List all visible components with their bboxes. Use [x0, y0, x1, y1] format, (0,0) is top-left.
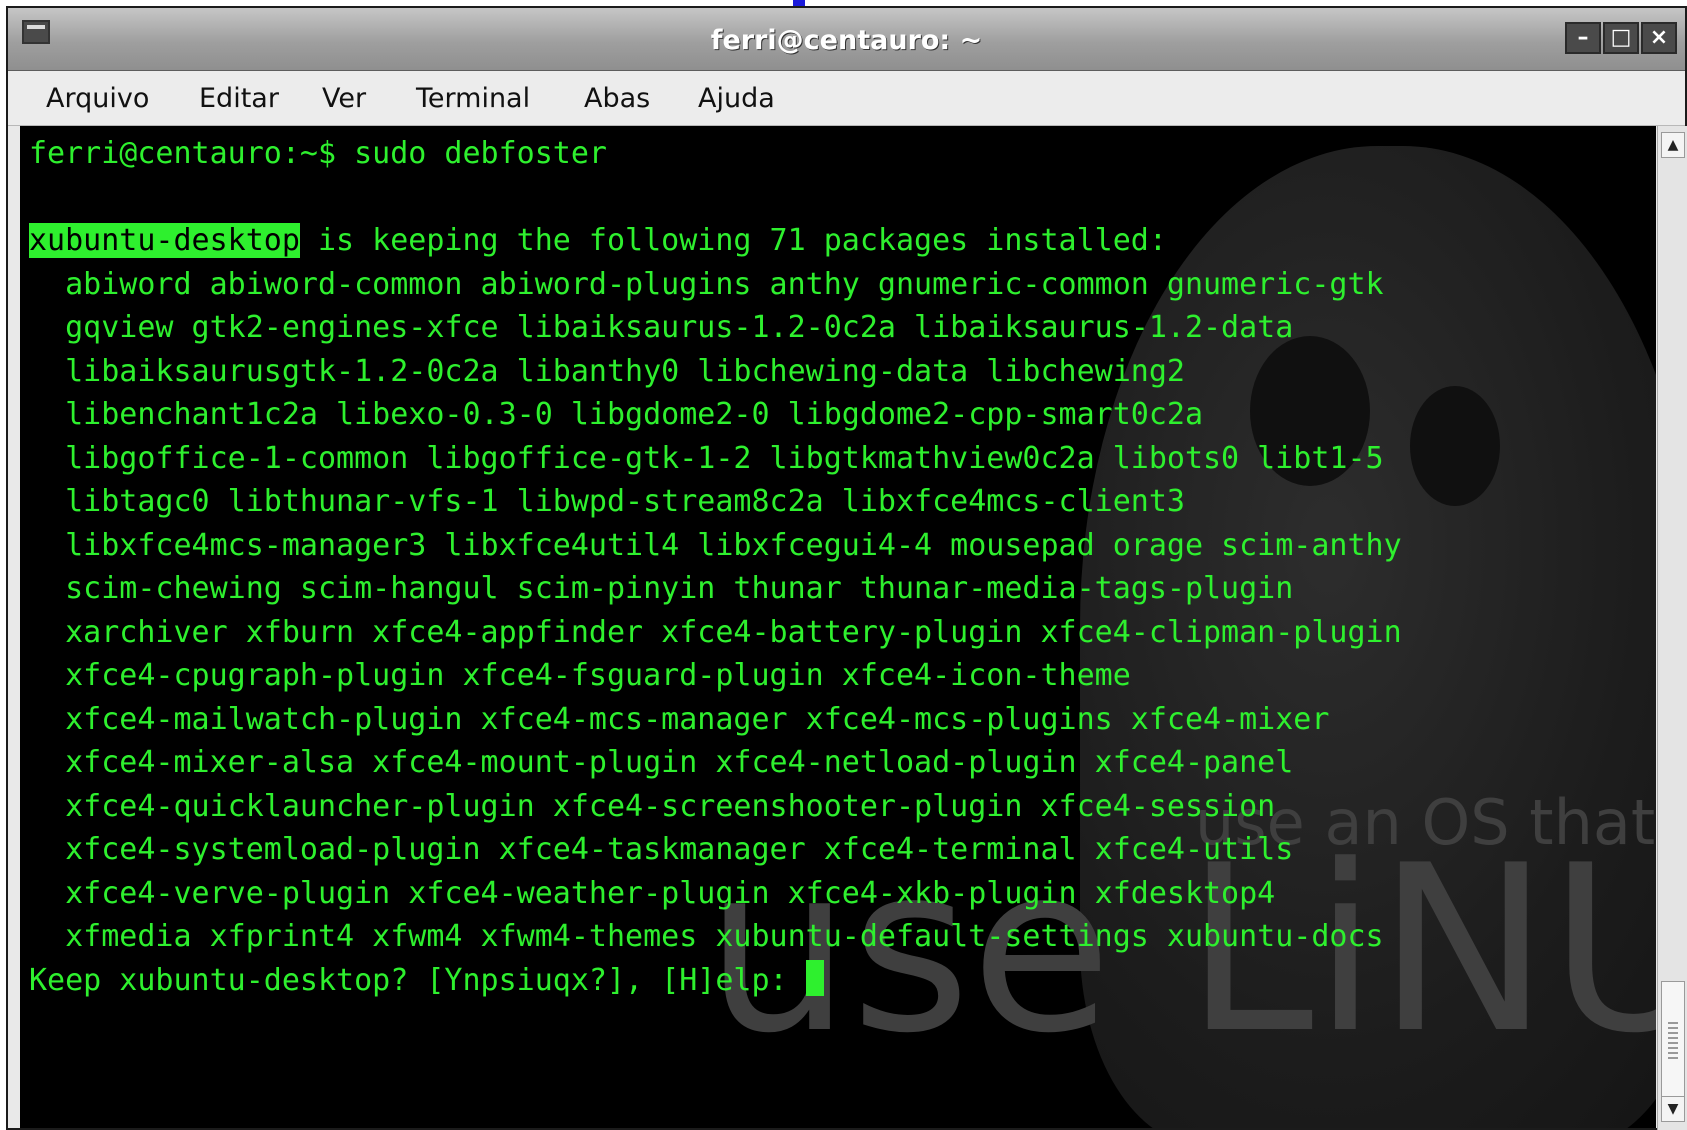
- terminal-line: xarchiver xfburn xfce4-appfinder xfce4-b…: [29, 614, 1402, 650]
- terminal-line: libgoffice-1-common libgoffice-gtk-1-2 l…: [29, 440, 1384, 476]
- close-button[interactable]: ×: [1641, 22, 1677, 54]
- terminal-window: ferri@centauro: ~ – □ × Arquivo Editar V…: [6, 6, 1687, 1130]
- terminal-prompt-line[interactable]: Keep xubuntu-desktop? [Ynpsiuqx?], [H]el…: [29, 959, 1402, 1003]
- menu-editar[interactable]: Editar: [199, 83, 279, 114]
- terminal-line: libxfce4mcs-manager3 libxfce4util4 libxf…: [29, 527, 1402, 563]
- keeping-text: is keeping the following 71 packages ins…: [299, 223, 1167, 258]
- menu-ver[interactable]: Ver: [322, 83, 366, 114]
- debfoster-prompt: Keep xubuntu-desktop? [Ynpsiuqx?], [H]el…: [29, 962, 806, 998]
- maximize-button[interactable]: □: [1603, 22, 1639, 54]
- vertical-scrollbar[interactable]: ▲ ▼: [1657, 126, 1687, 1130]
- terminal-line: scim-chewing scim-hangul scim-pinyin thu…: [29, 571, 1294, 606]
- menu-terminal[interactable]: Terminal: [416, 83, 530, 114]
- terminal-line: ferri@centauro:~$ sudo debfoster: [29, 136, 607, 171]
- scroll-up-arrow-icon[interactable]: ▲: [1661, 132, 1685, 158]
- scrollbar-thumb[interactable]: [1661, 981, 1685, 1101]
- terminal-line: libaiksaurusgtk-1.2-0c2a libanthy0 libch…: [29, 353, 1185, 389]
- terminal-line: abiword abiword-common abiword-plugins a…: [29, 266, 1384, 302]
- terminal-line: libtagc0 libthunar-vfs-1 libwpd-stream8c…: [29, 484, 1185, 519]
- terminal-line: xfce4-quicklauncher-plugin xfce4-screens…: [29, 788, 1276, 824]
- menu-bar: Arquivo Editar Ver Terminal Abas Ajuda: [8, 71, 1685, 126]
- text-cursor: [805, 959, 824, 996]
- terminal-lines: ferri@centauro:~$ sudo debfoster xubuntu…: [29, 132, 1402, 1002]
- terminal-line: xfce4-mixer-alsa xfce4-mount-plugin xfce…: [29, 745, 1294, 780]
- minimize-button[interactable]: –: [1565, 22, 1601, 54]
- menu-abas[interactable]: Abas: [584, 83, 650, 114]
- terminal-line: xfce4-verve-plugin xfce4-weather-plugin …: [29, 875, 1276, 911]
- terminal-line: xfce4-mailwatch-plugin xfce4-mcs-manager…: [29, 701, 1330, 737]
- menu-arquivo[interactable]: Arquivo: [46, 83, 149, 114]
- scroll-down-arrow-icon[interactable]: ▼: [1661, 1096, 1685, 1122]
- terminal-line: xfce4-cpugraph-plugin xfce4-fsguard-plug…: [29, 658, 1131, 693]
- terminal-line: libenchant1c2a libexo-0.3-0 libgdome2-0 …: [29, 397, 1203, 432]
- window-title: ferri@centauro: ~: [710, 25, 983, 56]
- highlighted-package: xubuntu-desktop: [29, 223, 300, 258]
- menu-ajuda[interactable]: Ajuda: [698, 83, 775, 114]
- terminal-output-area[interactable]: use an OS that use LiNU ferri@centauro:~…: [20, 126, 1656, 1128]
- terminal-line-keeping: xubuntu-desktop is keeping the following…: [29, 219, 1402, 263]
- terminal-line: gqview gtk2-engines-xfce libaiksaurus-1.…: [29, 310, 1294, 345]
- terminal-line: xfmedia xfprint4 xfwm4 xfwm4-themes xubu…: [29, 919, 1384, 954]
- terminal-line: xfce4-systemload-plugin xfce4-taskmanage…: [29, 832, 1294, 867]
- title-bar[interactable]: ferri@centauro: ~ – □ ×: [8, 8, 1685, 71]
